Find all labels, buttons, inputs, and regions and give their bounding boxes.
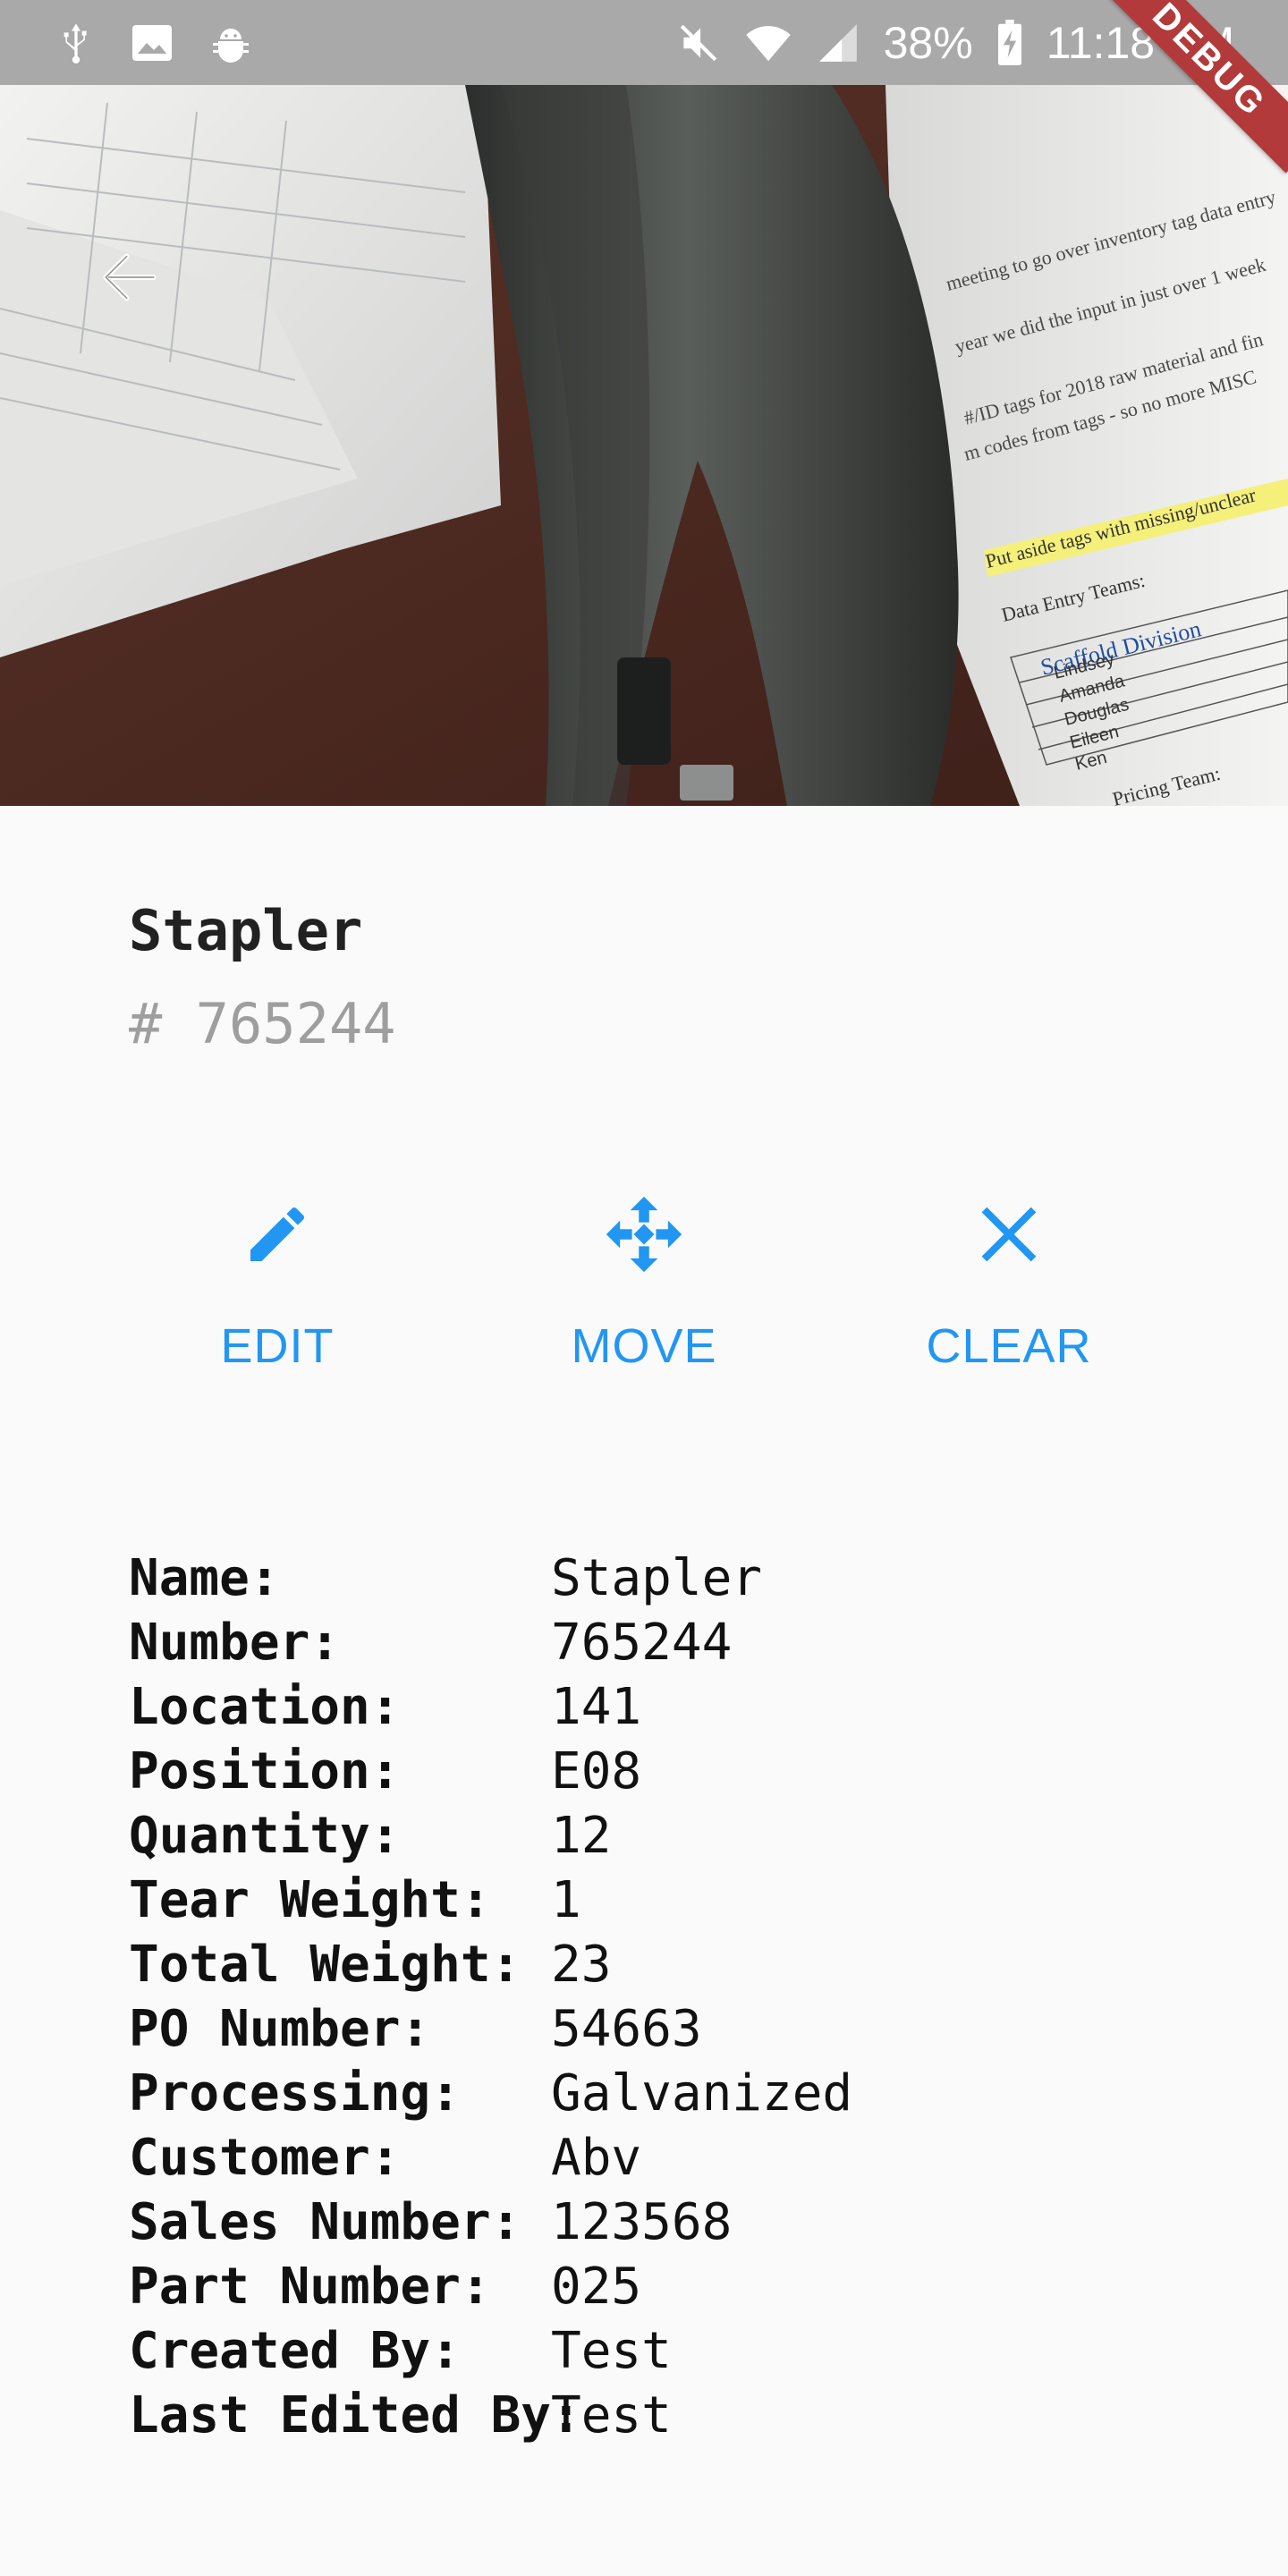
- detail-key: Tear Weight:: [129, 1870, 491, 1929]
- signal-icon: [816, 22, 860, 64]
- detail-row: Total Weight: 23: [129, 1932, 852, 1996]
- detail-value: 23: [551, 1935, 612, 1994]
- arrow-back-icon: [103, 253, 157, 301]
- item-photo: meeting to go over inventory tag data en…: [0, 85, 1288, 806]
- detail-key: Name:: [129, 1548, 280, 1607]
- item-detail-screen: 38% 11:18 PM DEBUG meeting to go over in…: [0, 0, 1288, 2576]
- detail-row: Location: 141: [129, 1674, 852, 1739]
- move-label: MOVE: [571, 1319, 717, 1373]
- detail-value: 141: [551, 1677, 642, 1736]
- detail-row: Created By: Test: [129, 2318, 852, 2383]
- item-number: # 765244: [129, 991, 396, 1056]
- detail-value: 1: [551, 1870, 581, 1929]
- detail-value: Galvanized: [551, 2063, 853, 2123]
- detail-key: Customer:: [129, 2128, 401, 2187]
- detail-key: Part Number:: [129, 2257, 491, 2316]
- clear-label: CLEAR: [926, 1319, 1092, 1373]
- usb-icon: [57, 21, 95, 65]
- status-bar: 38% 11:18 PM: [0, 0, 1288, 85]
- detail-value: 765244: [551, 1613, 733, 1672]
- detail-key: Location:: [129, 1677, 401, 1736]
- move-arrows-icon: [599, 1190, 689, 1279]
- detail-key: Last Edited By:: [129, 2385, 581, 2445]
- android-debug-icon: [209, 21, 252, 64]
- detail-key: Quantity:: [129, 1806, 401, 1865]
- detail-row: Sales Number: 123568: [129, 2190, 852, 2254]
- close-icon: [964, 1190, 1054, 1279]
- detail-key: Processing:: [129, 2063, 461, 2123]
- back-button[interactable]: [89, 237, 170, 318]
- detail-row: Last Edited By: Test: [129, 2383, 852, 2447]
- detail-row: Processing: Galvanized: [129, 2061, 852, 2125]
- edit-pencil-icon: [233, 1190, 322, 1279]
- action-bar: EDIT MOVE CLEAR: [0, 1181, 1288, 1395]
- detail-value: 12: [551, 1806, 612, 1865]
- wifi-icon: [744, 22, 792, 64]
- edit-label: EDIT: [220, 1319, 335, 1373]
- detail-value: E08: [551, 1741, 642, 1801]
- edit-button[interactable]: EDIT: [161, 1181, 394, 1377]
- detail-row: Position: E08: [129, 1739, 852, 1803]
- detail-row: Name: Stapler: [129, 1546, 852, 1610]
- detail-value: 025: [551, 2257, 642, 2316]
- battery-percent: 38%: [883, 17, 973, 68]
- detail-row: Tear Weight: 1: [129, 1868, 852, 1932]
- detail-row: Number: 765244: [129, 1610, 852, 1674]
- item-title: Stapler: [129, 898, 363, 963]
- detail-row: Part Number: 025: [129, 2254, 852, 2318]
- detail-key: Total Weight:: [129, 1935, 521, 1994]
- clear-button[interactable]: CLEAR: [893, 1181, 1125, 1377]
- detail-value: 123568: [551, 2192, 733, 2251]
- detail-value: Abv: [551, 2128, 642, 2187]
- detail-key: PO Number:: [129, 1999, 431, 2058]
- move-button[interactable]: MOVE: [528, 1181, 760, 1377]
- image-icon: [131, 23, 174, 63]
- detail-value: 54663: [551, 1999, 702, 2058]
- detail-key: Number:: [129, 1613, 341, 1672]
- detail-row: PO Number: 54663: [129, 1996, 852, 2061]
- detail-key: Position:: [129, 1741, 401, 1801]
- detail-value: Test: [551, 2385, 672, 2445]
- detail-value: Stapler: [551, 1548, 763, 1607]
- mute-icon: [676, 21, 721, 65]
- detail-value: Test: [551, 2321, 672, 2380]
- battery-charging-icon: [996, 19, 1023, 66]
- detail-key: Created By:: [129, 2321, 461, 2380]
- detail-row: Customer: Abv: [129, 2125, 852, 2190]
- detail-row: Quantity: 12: [129, 1803, 852, 1868]
- item-details: Name: Stapler Number: 765244 Location: 141 …: [129, 1546, 852, 2447]
- detail-key: Sales Number:: [129, 2192, 521, 2251]
